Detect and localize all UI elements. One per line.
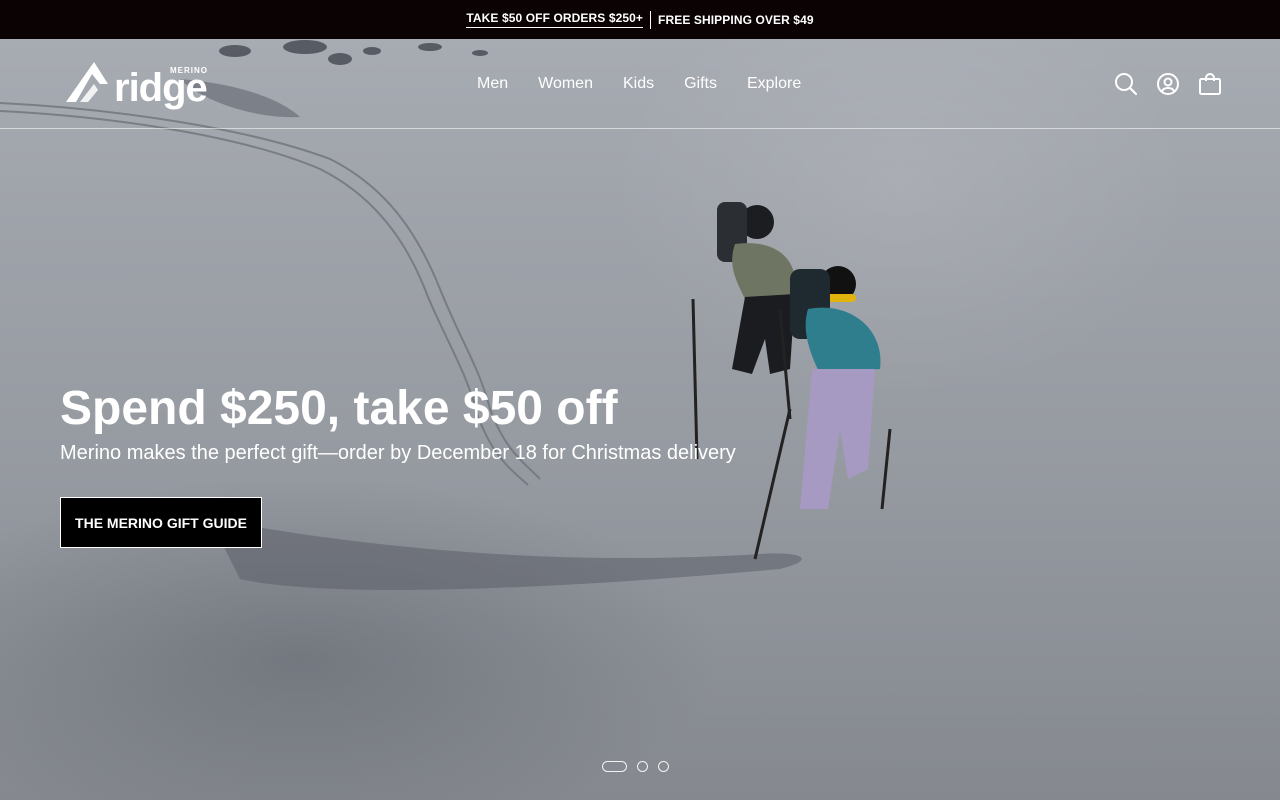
- hero-title: Spend $250, take $50 off: [60, 382, 618, 435]
- main-nav: Men Women Kids Gifts Explore: [477, 39, 801, 129]
- announcement-bar: TAKE $50 OFF ORDERS $250+ FREE SHIPPING …: [0, 0, 1280, 39]
- carousel-dots: [602, 761, 669, 772]
- brand-name: ridge: [114, 66, 208, 110]
- gift-guide-button[interactable]: THE MERINO GIFT GUIDE: [60, 497, 262, 548]
- announcement-divider: [650, 10, 652, 29]
- nav-kids[interactable]: Kids: [623, 75, 654, 93]
- account-icon[interactable]: [1156, 72, 1180, 96]
- hero-copy: Spend $250, take $50 off Merino makes th…: [60, 380, 736, 468]
- carousel-dot-3[interactable]: [658, 761, 669, 772]
- offer-link[interactable]: TAKE $50 OFF ORDERS $250+: [466, 11, 644, 28]
- carousel-dot-1[interactable]: [602, 761, 627, 772]
- bag-icon[interactable]: [1198, 72, 1222, 96]
- nav-men[interactable]: Men: [477, 75, 508, 93]
- mountain-icon: [66, 62, 108, 102]
- nav-gifts[interactable]: Gifts: [684, 75, 717, 93]
- search-icon[interactable]: [1114, 72, 1138, 96]
- site-header: MERINO ridge Men Women Kids Gifts Explor…: [0, 39, 1280, 129]
- shipping-message: FREE SHIPPING OVER $49: [658, 12, 814, 27]
- nav-women[interactable]: Women: [538, 75, 593, 93]
- brand-logo[interactable]: MERINO ridge: [64, 56, 216, 112]
- hero-subtitle: Merino makes the perfect gift—order by D…: [60, 442, 736, 464]
- header-actions: [1114, 39, 1222, 129]
- nav-explore[interactable]: Explore: [747, 75, 801, 93]
- carousel-dot-2[interactable]: [637, 761, 648, 772]
